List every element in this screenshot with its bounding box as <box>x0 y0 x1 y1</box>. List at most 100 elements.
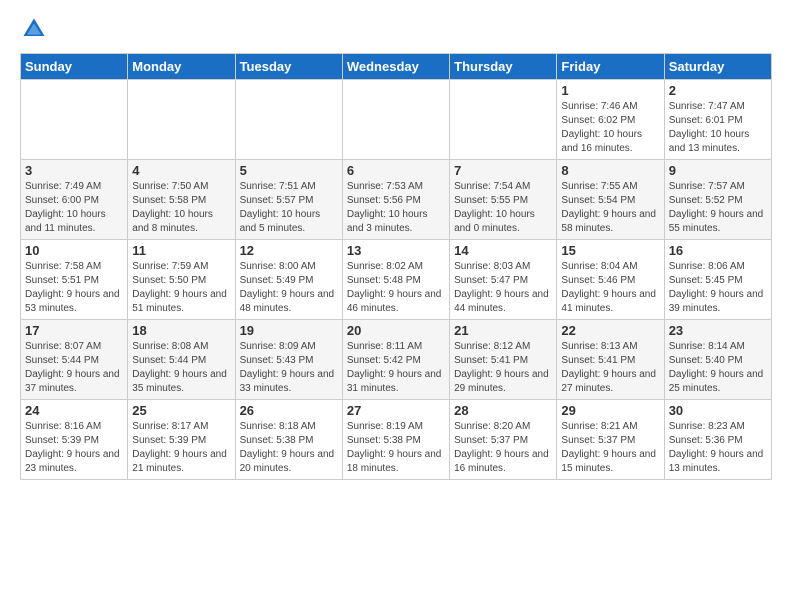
day-cell: 6Sunrise: 7:53 AM Sunset: 5:56 PM Daylig… <box>342 160 449 240</box>
day-info: Sunrise: 7:46 AM Sunset: 6:02 PM Dayligh… <box>561 100 659 156</box>
day-cell: 13 Sunrise: 8:02 AM Sunset: 5:48 PM Dayli… <box>342 240 449 320</box>
day-info: Sunrise: 8:09 AM Sunset: 5:43 PM Dayligh… <box>240 340 338 396</box>
day-info: Sunrise: 8:02 AM Sunset: 5:48 PM Dayligh… <box>347 260 445 316</box>
day-number: 23 <box>669 323 767 338</box>
day-info: Sunrise: 8:21 AM Sunset: 5:37 PM Dayligh… <box>561 420 659 476</box>
day-info: Sunrise: 8:00 AM Sunset: 5:49 PM Dayligh… <box>240 260 338 316</box>
day-cell: 21 Sunrise: 8:12 AM Sunset: 5:41 PM Dayli… <box>450 320 557 400</box>
day-info: Sunrise: 7:49 AM Sunset: 6:00 PM Dayligh… <box>25 180 123 236</box>
day-cell: 25 Sunrise: 8:17 AM Sunset: 5:39 PM Dayli… <box>128 400 235 480</box>
week-row-1: 1 Sunrise: 7:46 AM Sunset: 6:02 PM Daylig… <box>21 80 772 160</box>
day-cell <box>235 80 342 160</box>
day-number: 20 <box>347 323 445 338</box>
day-number: 21 <box>454 323 552 338</box>
day-cell: 22 Sunrise: 8:13 AM Sunset: 5:41 PM Dayli… <box>557 320 664 400</box>
day-info: Sunrise: 8:06 AM Sunset: 5:45 PM Dayligh… <box>669 260 767 316</box>
day-cell: 17Sunrise: 8:07 AM Sunset: 5:44 PM Dayli… <box>21 320 128 400</box>
weekday-header-tuesday: Tuesday <box>235 54 342 80</box>
week-row-2: 3 Sunrise: 7:49 AM Sunset: 6:00 PM Daylig… <box>21 160 772 240</box>
day-cell: 11 Sunrise: 7:59 AM Sunset: 5:50 PM Dayli… <box>128 240 235 320</box>
day-number: 3 <box>25 163 123 178</box>
day-number: 26 <box>240 403 338 418</box>
day-cell: 16 Sunrise: 8:06 AM Sunset: 5:45 PM Dayli… <box>664 240 771 320</box>
day-number: 1 <box>561 83 659 98</box>
day-number: 30 <box>669 403 767 418</box>
day-cell: 10Sunrise: 7:58 AM Sunset: 5:51 PM Dayli… <box>21 240 128 320</box>
weekday-header-saturday: Saturday <box>664 54 771 80</box>
day-cell: 27Sunrise: 8:19 AM Sunset: 5:38 PM Dayli… <box>342 400 449 480</box>
day-info: Sunrise: 8:03 AM Sunset: 5:47 PM Dayligh… <box>454 260 552 316</box>
day-info: Sunrise: 8:16 AM Sunset: 5:39 PM Dayligh… <box>25 420 123 476</box>
day-number: 22 <box>561 323 659 338</box>
day-number: 24 <box>25 403 123 418</box>
day-cell: 28 Sunrise: 8:20 AM Sunset: 5:37 PM Dayli… <box>450 400 557 480</box>
day-cell: 4Sunrise: 7:50 AM Sunset: 5:58 PM Daylig… <box>128 160 235 240</box>
day-info: Sunrise: 8:07 AM Sunset: 5:44 PM Dayligh… <box>25 340 123 396</box>
day-cell: 9Sunrise: 7:57 AM Sunset: 5:52 PM Daylig… <box>664 160 771 240</box>
day-number: 13 <box>347 243 445 258</box>
day-cell: 7Sunrise: 7:54 AM Sunset: 5:55 PM Daylig… <box>450 160 557 240</box>
day-cell <box>21 80 128 160</box>
day-cell <box>342 80 449 160</box>
week-row-5: 24 Sunrise: 8:16 AM Sunset: 5:39 PM Dayli… <box>21 400 772 480</box>
weekday-header-thursday: Thursday <box>450 54 557 80</box>
day-cell: 30 Sunrise: 8:23 AM Sunset: 5:36 PM Dayli… <box>664 400 771 480</box>
day-cell <box>450 80 557 160</box>
week-row-3: 10Sunrise: 7:58 AM Sunset: 5:51 PM Dayli… <box>21 240 772 320</box>
page: SundayMondayTuesdayWednesdayThursdayFrid… <box>0 0 792 490</box>
day-info: Sunrise: 7:59 AM Sunset: 5:50 PM Dayligh… <box>132 260 230 316</box>
day-number: 10 <box>25 243 123 258</box>
day-cell: 12 Sunrise: 8:00 AM Sunset: 5:49 PM Dayli… <box>235 240 342 320</box>
weekday-header-wednesday: Wednesday <box>342 54 449 80</box>
day-info: Sunrise: 7:51 AM Sunset: 5:57 PM Dayligh… <box>240 180 338 236</box>
day-cell: 14 Sunrise: 8:03 AM Sunset: 5:47 PM Dayli… <box>450 240 557 320</box>
day-info: Sunrise: 7:53 AM Sunset: 5:56 PM Dayligh… <box>347 180 445 236</box>
day-number: 8 <box>561 163 659 178</box>
day-info: Sunrise: 8:12 AM Sunset: 5:41 PM Dayligh… <box>454 340 552 396</box>
day-number: 16 <box>669 243 767 258</box>
day-cell: 29 Sunrise: 8:21 AM Sunset: 5:37 PM Dayli… <box>557 400 664 480</box>
weekday-header-friday: Friday <box>557 54 664 80</box>
day-info: Sunrise: 8:13 AM Sunset: 5:41 PM Dayligh… <box>561 340 659 396</box>
day-info: Sunrise: 8:20 AM Sunset: 5:37 PM Dayligh… <box>454 420 552 476</box>
day-info: Sunrise: 8:18 AM Sunset: 5:38 PM Dayligh… <box>240 420 338 476</box>
day-number: 18 <box>132 323 230 338</box>
logo <box>20 15 52 43</box>
calendar-table: SundayMondayTuesdayWednesdayThursdayFrid… <box>20 53 772 480</box>
day-cell: 20Sunrise: 8:11 AM Sunset: 5:42 PM Dayli… <box>342 320 449 400</box>
day-info: Sunrise: 7:47 AM Sunset: 6:01 PM Dayligh… <box>669 100 767 156</box>
day-number: 14 <box>454 243 552 258</box>
day-number: 25 <box>132 403 230 418</box>
day-cell: 24 Sunrise: 8:16 AM Sunset: 5:39 PM Dayli… <box>21 400 128 480</box>
header <box>20 15 772 43</box>
day-cell: 2 Sunrise: 7:47 AM Sunset: 6:01 PM Daylig… <box>664 80 771 160</box>
day-number: 28 <box>454 403 552 418</box>
day-cell: 3 Sunrise: 7:49 AM Sunset: 6:00 PM Daylig… <box>21 160 128 240</box>
day-cell <box>128 80 235 160</box>
day-cell: 18 Sunrise: 8:08 AM Sunset: 5:44 PM Dayli… <box>128 320 235 400</box>
day-info: Sunrise: 7:54 AM Sunset: 5:55 PM Dayligh… <box>454 180 552 236</box>
day-cell: 26 Sunrise: 8:18 AM Sunset: 5:38 PM Dayli… <box>235 400 342 480</box>
day-info: Sunrise: 8:08 AM Sunset: 5:44 PM Dayligh… <box>132 340 230 396</box>
day-info: Sunrise: 8:17 AM Sunset: 5:39 PM Dayligh… <box>132 420 230 476</box>
day-number: 11 <box>132 243 230 258</box>
day-number: 15 <box>561 243 659 258</box>
day-number: 27 <box>347 403 445 418</box>
day-cell: 23 Sunrise: 8:14 AM Sunset: 5:40 PM Dayli… <box>664 320 771 400</box>
day-number: 4 <box>132 163 230 178</box>
day-cell: 19Sunrise: 8:09 AM Sunset: 5:43 PM Dayli… <box>235 320 342 400</box>
weekday-header-row: SundayMondayTuesdayWednesdayThursdayFrid… <box>21 54 772 80</box>
day-info: Sunrise: 8:14 AM Sunset: 5:40 PM Dayligh… <box>669 340 767 396</box>
day-cell: 1 Sunrise: 7:46 AM Sunset: 6:02 PM Daylig… <box>557 80 664 160</box>
day-number: 29 <box>561 403 659 418</box>
day-info: Sunrise: 8:23 AM Sunset: 5:36 PM Dayligh… <box>669 420 767 476</box>
week-row-4: 17Sunrise: 8:07 AM Sunset: 5:44 PM Dayli… <box>21 320 772 400</box>
day-number: 9 <box>669 163 767 178</box>
day-number: 2 <box>669 83 767 98</box>
day-number: 5 <box>240 163 338 178</box>
day-cell: 15Sunrise: 8:04 AM Sunset: 5:46 PM Dayli… <box>557 240 664 320</box>
day-cell: 5 Sunrise: 7:51 AM Sunset: 5:57 PM Daylig… <box>235 160 342 240</box>
day-number: 12 <box>240 243 338 258</box>
day-cell: 8Sunrise: 7:55 AM Sunset: 5:54 PM Daylig… <box>557 160 664 240</box>
weekday-header-sunday: Sunday <box>21 54 128 80</box>
